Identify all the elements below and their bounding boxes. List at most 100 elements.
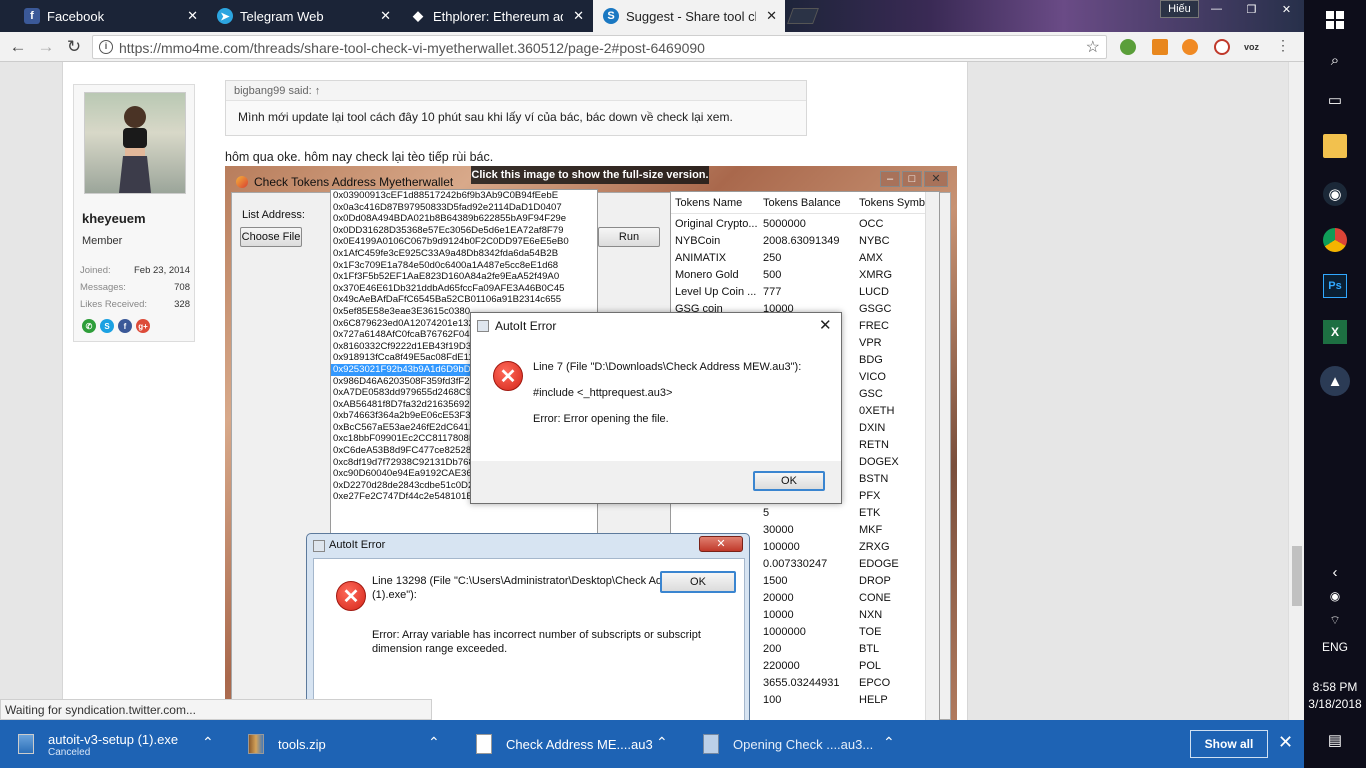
show-all-button[interactable]: Show all <box>1190 730 1268 758</box>
ok-button[interactable]: OK <box>753 471 825 491</box>
extension-icon[interactable] <box>1182 39 1198 55</box>
voz-icon[interactable]: voz <box>1244 42 1266 58</box>
info-icon[interactable]: i <box>99 40 113 54</box>
tokens-scrollbar[interactable] <box>925 192 939 720</box>
token-balance: 100000 <box>763 541 800 553</box>
token-row[interactable]: 5 ETK <box>671 505 939 522</box>
facebook-icon[interactable]: f <box>118 319 132 333</box>
task-view-icon[interactable]: ▭ <box>1323 88 1347 112</box>
file-explorer-icon[interactable] <box>1323 134 1347 158</box>
token-balance: 5 <box>763 507 770 519</box>
profile-button[interactable]: Hiếu <box>1160 0 1199 18</box>
close-icon[interactable]: ✕ <box>380 8 391 24</box>
app-icon <box>236 176 248 188</box>
address-item[interactable]: 0x1Ff3F5b52EF1AaE823D160A84a2fe9EaA52f49… <box>331 271 597 283</box>
photoshop-icon[interactable]: Ps <box>1323 274 1347 298</box>
address-bar[interactable]: i https://mmo4me.com/threads/share-tool-… <box>92 35 1107 59</box>
address-item[interactable]: 0x49cAeBAfDaFfC6545Ba52CB01106a91B2314c6… <box>331 294 597 306</box>
token-row[interactable]: Original Crypto... 5000000 OCC <box>671 216 939 233</box>
token-row[interactable]: Monero Gold 500 XMRG <box>671 267 939 284</box>
choose-file-button[interactable]: Choose File <box>240 227 302 247</box>
chevron-up-icon[interactable]: ⌃ <box>883 734 895 751</box>
chrome-icon[interactable] <box>1323 228 1347 252</box>
maximize-icon[interactable]: □ <box>902 171 922 187</box>
close-icon[interactable]: ✕ <box>187 8 198 24</box>
token-row[interactable]: Level Up Coin ... 777 LUCD <box>671 284 939 301</box>
close-icon[interactable]: ✕ <box>699 536 743 552</box>
network-icon[interactable]: ⌔ <box>1323 608 1347 632</box>
autoit-icon[interactable]: ▲ <box>1320 366 1350 396</box>
token-row[interactable]: NYBCoin 2008.63091349 NYBC <box>671 233 939 250</box>
close-icon[interactable]: ✕ <box>1278 732 1293 753</box>
reload-icon[interactable]: ↻ <box>62 36 86 58</box>
url-text[interactable]: https://mmo4me.com/threads/share-tool-ch… <box>119 40 705 56</box>
forward-icon[interactable]: → <box>34 36 58 58</box>
tokens-header: Tokens Name Tokens Balance Tokens Symb <box>671 192 939 214</box>
tab-suggest[interactable]: S Suggest - Share tool che ✕ <box>593 0 785 32</box>
back-icon[interactable]: ← <box>6 36 30 58</box>
token-symbol: 0XETH <box>859 405 895 417</box>
clock-date[interactable]: 3/18/2018 <box>1304 697 1366 711</box>
extension-icon[interactable] <box>1120 39 1136 55</box>
chevron-up-icon[interactable]: ⌃ <box>428 734 440 751</box>
close-icon[interactable]: ✕ <box>819 316 832 334</box>
tab-facebook[interactable]: f Facebook ✕ <box>14 0 206 32</box>
download-item[interactable]: Check Address ME....au3 ⌃ <box>476 720 686 768</box>
attached-screenshot[interactable]: Check Tokens Address Myetherwallet – □ ✕… <box>225 166 957 720</box>
notification-icon[interactable]: ▤ <box>1323 728 1347 752</box>
skype-icon[interactable]: S <box>100 319 114 333</box>
clock-time[interactable]: 8:58 PM <box>1304 680 1366 694</box>
extension-icon[interactable] <box>1152 39 1168 55</box>
ok-button[interactable]: OK <box>660 571 736 593</box>
chevron-up-icon[interactable]: ⌃ <box>202 734 214 751</box>
scrollbar-thumb[interactable] <box>1292 546 1302 606</box>
avatar-figure <box>119 106 151 193</box>
maximize-button[interactable]: ❐ <box>1234 0 1269 18</box>
address-item[interactable]: 0x0E4199A0106C067b9d9124b0F2C0DD97E6eE5e… <box>331 236 597 248</box>
token-symbol: BTL <box>859 643 880 655</box>
address-item[interactable]: 0x0Dd08A494BDA021b8B64389b622855bA9F94F2… <box>331 213 597 225</box>
address-item[interactable]: 0x0a3c416D87B97950833D5fad92e2114DaD1D04… <box>331 202 597 214</box>
search-icon[interactable]: ⌕ <box>1323 48 1347 72</box>
download-item[interactable]: Opening Check ....au3... ⌃ <box>703 720 913 768</box>
minimize-button[interactable]: — <box>1199 0 1234 18</box>
run-button[interactable]: Run <box>598 227 660 247</box>
excel-icon[interactable]: X <box>1323 320 1347 344</box>
phone-icon[interactable]: ✆ <box>82 319 96 333</box>
minimize-icon[interactable]: – <box>880 171 900 187</box>
autoit-error-dialog-2: AutoIt Error ✕ ✕ Line 13298 (File "C:\Us… <box>306 533 750 720</box>
chevron-up-icon[interactable]: ⌃ <box>656 734 668 751</box>
tab-ethplorer[interactable]: ◆ Ethplorer: Ethereum addr ✕ <box>400 0 592 32</box>
download-item[interactable]: tools.zip ⌃ <box>248 720 448 768</box>
token-symbol: DXIN <box>859 422 886 434</box>
chevron-left-icon[interactable]: ‹ <box>1323 560 1347 584</box>
google-plus-icon[interactable]: g+ <box>136 319 150 333</box>
menu-icon[interactable]: ⋮ <box>1276 37 1292 53</box>
token-row[interactable]: ANIMATIX 250 AMX <box>671 250 939 267</box>
steam-tray-icon[interactable]: ◉ <box>1323 584 1347 608</box>
address-item[interactable]: 0x0DD31628D35368e57Ec3056De5d6e1EA72af8F… <box>331 225 597 237</box>
adblock-icon[interactable] <box>1214 39 1230 55</box>
windows-start-icon[interactable] <box>1323 8 1347 32</box>
page-scrollbar[interactable] <box>1288 62 1304 720</box>
language-indicator[interactable]: ENG <box>1304 640 1366 654</box>
token-symbol: POL <box>859 660 882 672</box>
quote-author[interactable]: bigbang99 said: ↑ <box>226 81 806 101</box>
address-item[interactable]: 0x1AfC459fe3cE925C33A9a48Db8342fda6da54B… <box>331 248 597 260</box>
tab-telegram[interactable]: ➤ Telegram Web ✕ <box>207 0 399 32</box>
address-item[interactable]: 0x03900913cEF1d88517242b6f9b3Ab9C0B94fEe… <box>331 190 597 202</box>
close-icon[interactable]: ✕ <box>924 171 948 187</box>
download-item[interactable]: autoit-v3-setup (1).exe Canceled ⌃ <box>18 720 228 768</box>
steam-icon[interactable]: ◉ <box>1323 182 1347 206</box>
close-window-button[interactable]: ✕ <box>1269 0 1304 18</box>
bookmark-star-icon[interactable]: ☆ <box>1086 37 1100 57</box>
close-icon[interactable]: ✕ <box>766 8 777 24</box>
zip-file-icon <box>248 734 264 754</box>
username[interactable]: kheyeuem <box>82 211 146 226</box>
token-symbol: XMRG <box>859 269 892 281</box>
address-item[interactable]: 0x370E46E61Db321ddbAd65fccFa09AFE3A46B0C… <box>331 283 597 295</box>
avatar[interactable] <box>84 92 186 194</box>
user-role: Member <box>82 235 123 247</box>
close-icon[interactable]: ✕ <box>573 8 584 24</box>
address-item[interactable]: 0x1F3c709E1a784e50d0c6400a1A487e5cc8eE1d… <box>331 260 597 272</box>
